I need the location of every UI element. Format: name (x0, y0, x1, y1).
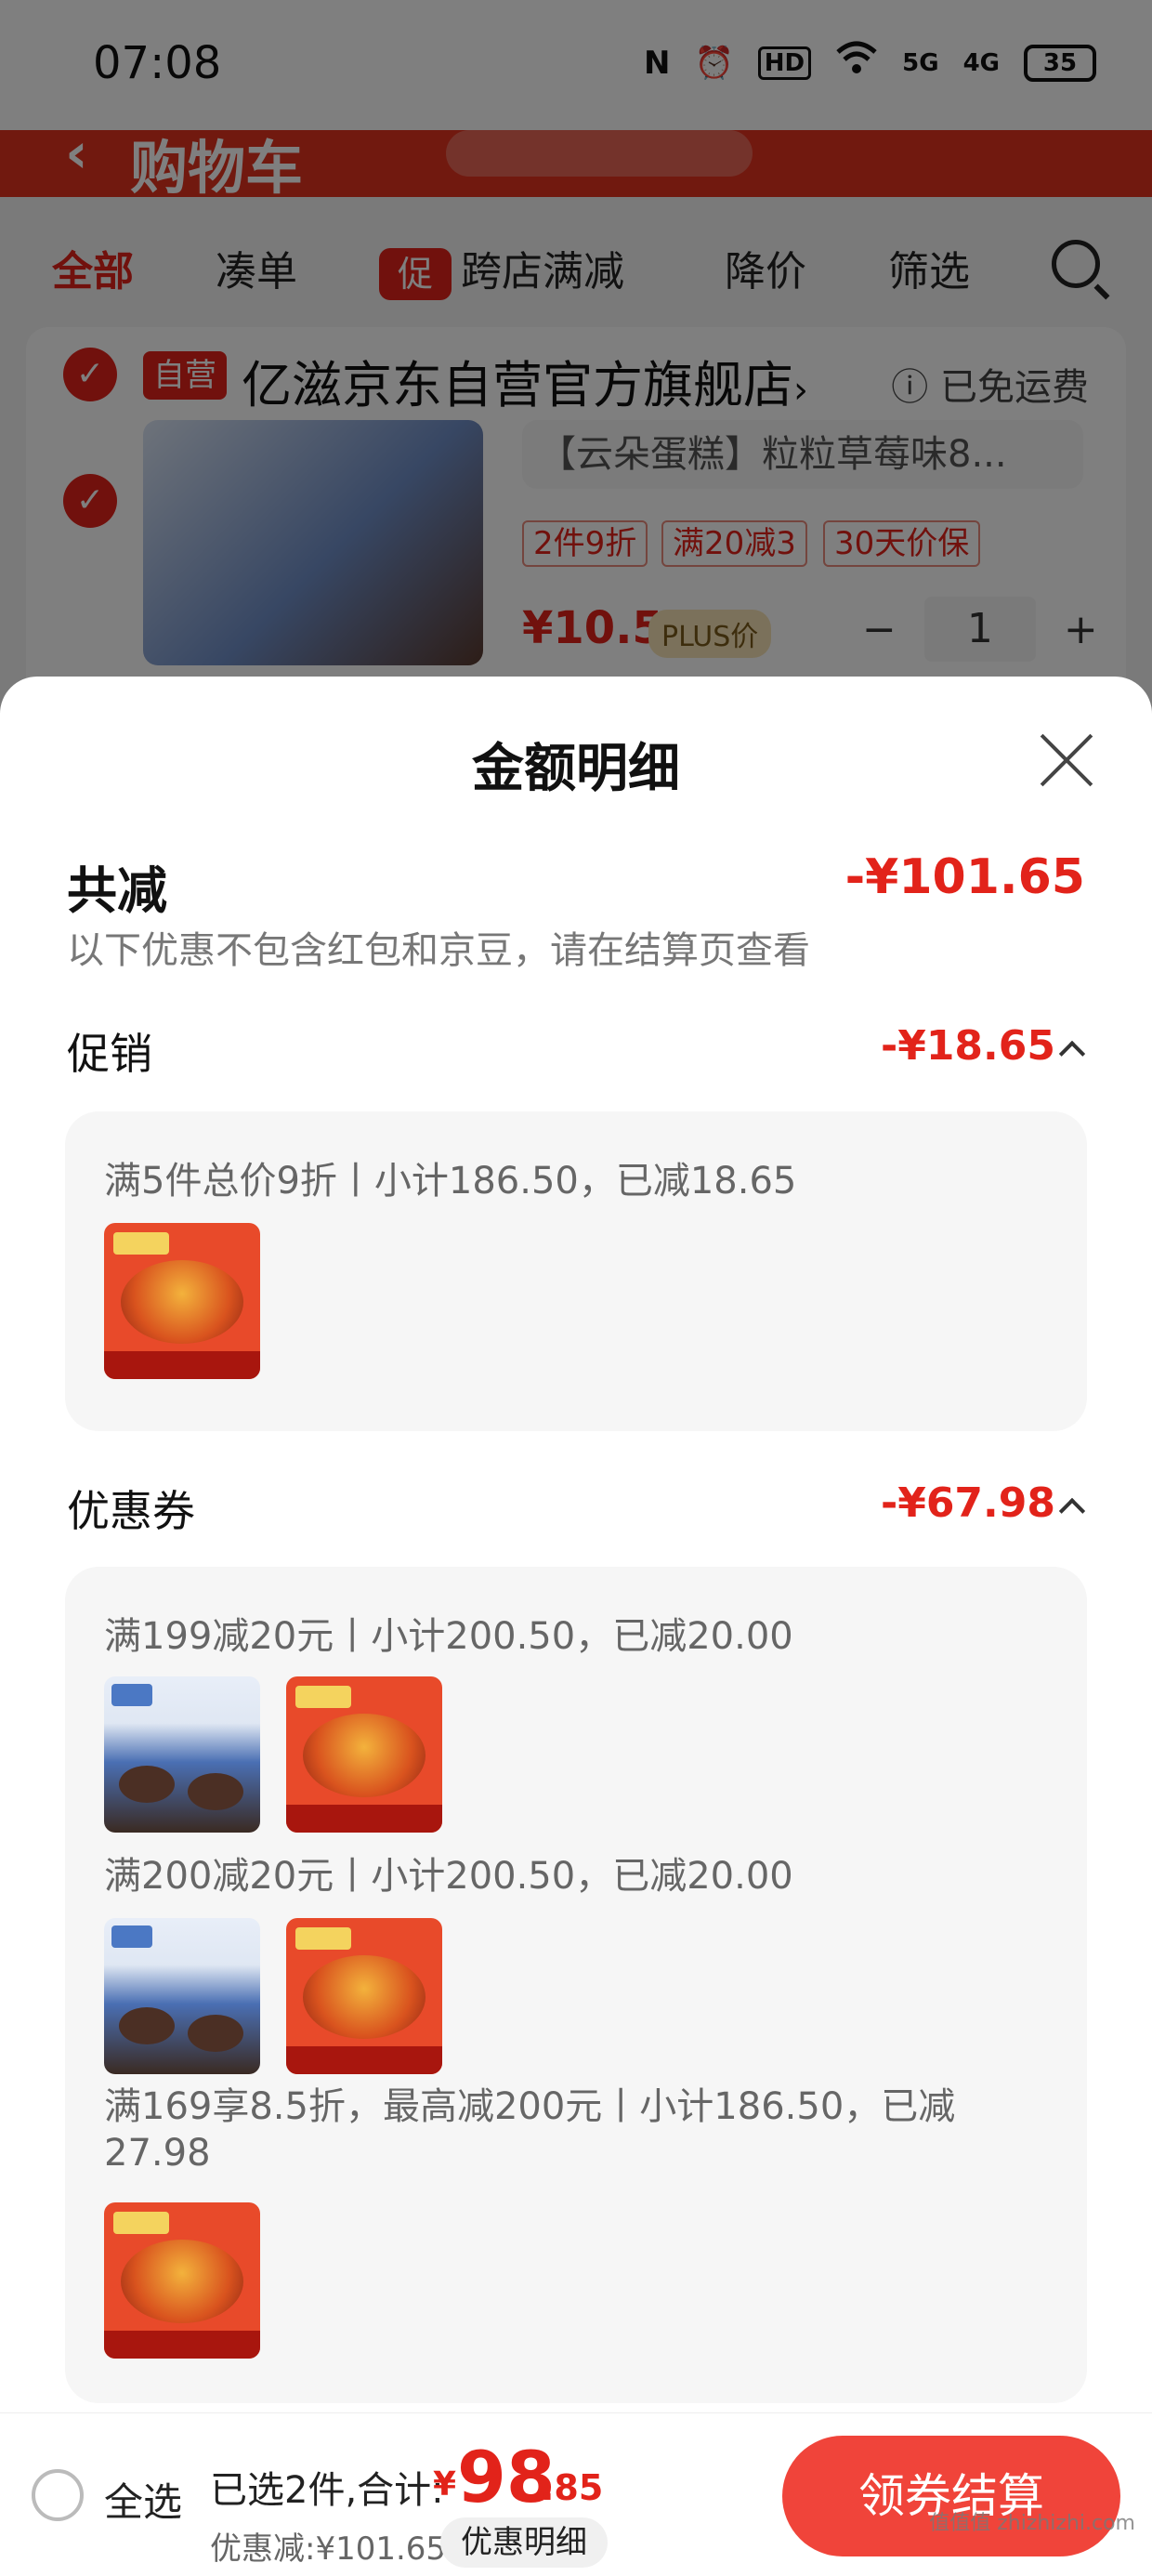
product-thumbnail-noodle (286, 1676, 442, 1833)
total-price-decimal: .85 (541, 2467, 604, 2508)
coupon-rule: 满200减20元丨小计200.50，已减20.00 (104, 1855, 793, 1898)
total-discount-value: -¥101.65 (844, 849, 1085, 905)
coupon-rule: 满169享8.5折，最高减200元丨小计186.50，已减27.98 (104, 2085, 956, 2175)
promotion-label: 促销 (67, 1029, 152, 1079)
select-all-radio[interactable] (32, 2469, 84, 2521)
coupon-label: 优惠券 (67, 1486, 195, 1536)
promotion-rule: 满5件总价9折丨小计186.50，已减18.65 (104, 1160, 797, 1203)
checkout-bar: 全选 已选2件,合计: ¥ 98 .85 优惠减:¥101.65 优惠明细 领券… (0, 2412, 1152, 2576)
product-thumbnail-noodle (104, 1223, 260, 1379)
currency-symbol: ¥ (433, 2465, 457, 2504)
amount-detail-sheet: 金额明细 共减 -¥101.65 以下优惠不包含红包和京豆，请在结算页查看 促销… (0, 677, 1152, 2576)
coupon-value[interactable]: -¥67.98 (881, 1479, 1055, 1527)
selected-summary: 已选2件,合计: (210, 2469, 444, 2512)
coupon-rule: 满199减20元丨小计200.50，已减20.00 (104, 1615, 793, 1658)
chevron-up-icon[interactable] (1058, 1040, 1086, 1068)
product-thumbnail-noodle (104, 2202, 260, 2359)
product-thumbnail-cake (104, 1918, 260, 2074)
sheet-title: 金额明细 (472, 739, 680, 799)
chevron-up-icon[interactable] (1058, 1497, 1086, 1525)
coupon-detail-box: 满199减20元丨小计200.50，已减20.00 满200减20元丨小计200… (65, 1567, 1087, 2403)
total-discount-label: 共减 (67, 861, 167, 920)
promotion-detail-box: 满5件总价9折丨小计186.50，已减18.65 (65, 1111, 1087, 1431)
discount-detail-button[interactable]: 优惠明细 (440, 2517, 608, 2568)
close-icon[interactable] (1037, 730, 1096, 790)
discount-summary: 优惠减:¥101.65 (210, 2530, 447, 2568)
checkout-button[interactable]: 领券结算 (782, 2436, 1120, 2556)
total-discount-note: 以下优惠不包含红包和京豆，请在结算页查看 (67, 929, 810, 972)
watermark: 值值值 zhizhizhi.com (929, 2512, 1135, 2535)
promotion-value[interactable]: -¥18.65 (881, 1022, 1055, 1070)
product-thumbnail-cake (104, 1676, 260, 1833)
product-thumbnail-noodle (286, 1918, 442, 2074)
select-all-label[interactable]: 全选 (104, 2471, 182, 2528)
